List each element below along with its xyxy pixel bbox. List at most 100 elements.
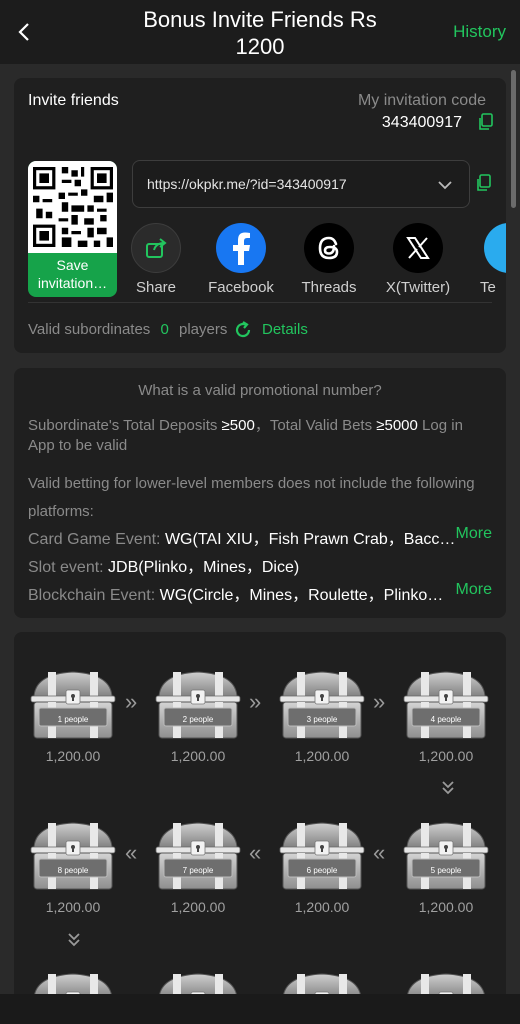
progress-arrow-icon: » xyxy=(373,689,386,714)
promo-heading: What is a valid promotional number? xyxy=(138,382,382,399)
threads-label: Threads xyxy=(301,279,357,296)
qr-code xyxy=(28,161,117,253)
chest-icon xyxy=(153,968,243,994)
chest-people-label: 7 people xyxy=(182,866,214,875)
progress-arrow-icon: » xyxy=(249,689,262,714)
progress-arrow-icon: « xyxy=(373,840,386,865)
event-row-blockchain: Blockchain Event: WG(Circle，Mines，Roulet… xyxy=(28,587,444,604)
share-button[interactable]: Share xyxy=(111,223,201,296)
down-arrow-icon xyxy=(442,781,454,795)
copy-url-icon[interactable] xyxy=(476,174,492,192)
event-row-card-game: Card Game Event: WG(TAI XIU，Fish Prawn C… xyxy=(28,531,456,548)
x-twitter-share-button[interactable]: X(Twitter) xyxy=(373,223,463,296)
title-line-2: 1200 xyxy=(235,34,285,59)
chest-icon xyxy=(277,666,367,740)
details-link[interactable]: Details xyxy=(262,321,308,338)
chest-people-label: 6 people xyxy=(306,866,338,875)
bottom-bar xyxy=(0,994,520,1024)
invite-card: Invite friends My invitation code 343400… xyxy=(14,78,506,353)
scrollbar[interactable] xyxy=(511,70,516,208)
progress-arrow-icon: « xyxy=(125,840,138,865)
threads-share-button[interactable]: Threads xyxy=(284,223,374,296)
invitation-code: 343400917 xyxy=(381,114,462,131)
chest-people-label: 1 people xyxy=(57,715,89,724)
share-label: Share xyxy=(135,279,177,296)
reward-chest: 6 people xyxy=(277,817,367,891)
chest-icon xyxy=(277,968,367,994)
chest-icon xyxy=(28,666,118,740)
share-icon xyxy=(131,223,181,273)
reward-chest: 1 people xyxy=(28,666,118,740)
telegram-share-button[interactable]: Te xyxy=(462,223,506,296)
progress-arrow-icon: » xyxy=(125,689,138,714)
invite-title: Invite friends xyxy=(28,92,119,109)
valid-subordinates-row: Valid subordinates 0 players xyxy=(28,321,227,338)
facebook-label: Facebook xyxy=(208,279,274,296)
more-link-blockchain[interactable]: More xyxy=(456,581,492,599)
reward-amount: 1,200.00 xyxy=(45,748,101,764)
chest-icon xyxy=(401,968,491,994)
save-invitation-label: Save invitation… xyxy=(37,257,108,291)
chevron-down-icon xyxy=(438,181,452,190)
chest-icon xyxy=(277,817,367,891)
threads-icon xyxy=(304,223,354,273)
invite-url: https://okpkr.me/?id=343400917 xyxy=(147,176,347,192)
refresh-icon[interactable] xyxy=(233,320,253,340)
progress-arrow-icon: « xyxy=(249,840,262,865)
reward-chest-partial xyxy=(28,968,118,994)
reward-chest: 8 people xyxy=(28,817,118,891)
chest-people-label: 2 people xyxy=(182,715,214,724)
divider xyxy=(28,302,492,303)
subordinates-count: 0 xyxy=(160,321,169,338)
reward-chest-partial xyxy=(277,968,367,994)
chest-people-label: 3 people xyxy=(306,715,338,724)
facebook-share-button[interactable]: Facebook xyxy=(196,223,286,296)
chest-icon xyxy=(28,968,118,994)
copy-code-icon[interactable] xyxy=(478,113,494,131)
chest-people-label: 8 people xyxy=(57,866,89,875)
reward-amount: 1,200.00 xyxy=(418,748,474,764)
history-link[interactable]: History xyxy=(453,22,506,42)
x-twitter-icon xyxy=(393,223,443,273)
reward-chest: 7 people xyxy=(153,817,243,891)
bets-threshold: ≥5000 xyxy=(376,417,418,434)
chest-icon xyxy=(401,817,491,891)
reward-amount: 1,200.00 xyxy=(294,748,350,764)
chest-icon xyxy=(153,817,243,891)
chest-icon xyxy=(401,666,491,740)
reward-amount: 1,200.00 xyxy=(170,748,226,764)
reward-amount: 1,200.00 xyxy=(294,899,350,915)
invitation-code-label: My invitation code xyxy=(357,92,486,109)
valid-subordinates-label: Valid subordinates xyxy=(28,321,151,338)
chest-people-label: 5 people xyxy=(430,866,462,875)
exclusion-note: Valid betting for lower-level members do… xyxy=(28,475,475,520)
reward-chest: 3 people xyxy=(277,666,367,740)
promo-rule: Subordinate's Total Deposits ≥500，Total … xyxy=(28,417,463,454)
reward-amount: 1,200.00 xyxy=(45,899,101,915)
top-bar: Bonus Invite Friends Rs 1200 History xyxy=(0,0,520,64)
invite-url-select[interactable]: https://okpkr.me/?id=343400917 xyxy=(132,160,470,208)
reward-chest: 5 people xyxy=(401,817,491,891)
save-invitation-button[interactable]: Save invitation… xyxy=(28,161,117,297)
chest-icon xyxy=(28,817,118,891)
title-line-1: Bonus Invite Friends Rs xyxy=(143,7,377,32)
telegram-label: Te xyxy=(480,279,496,296)
x-twitter-label: X(Twitter) xyxy=(385,279,451,296)
reward-chest: 4 people xyxy=(401,666,491,740)
chest-people-label: 4 people xyxy=(430,715,462,724)
reward-amount: 1,200.00 xyxy=(418,899,474,915)
qr-code-icon xyxy=(32,167,113,247)
event-row-slot: Slot event: JDB(Plinko，Mines，Dice) xyxy=(28,559,300,576)
back-arrow-icon[interactable] xyxy=(14,20,34,44)
down-arrow-icon xyxy=(68,933,80,947)
telegram-icon xyxy=(484,223,506,273)
reward-chest: 2 people xyxy=(153,666,243,740)
promo-rules-card: What is a valid promotional number? Subo… xyxy=(14,368,506,618)
page-title: Bonus Invite Friends Rs 1200 xyxy=(110,6,410,60)
reward-chest-partial xyxy=(401,968,491,994)
deposit-threshold: ≥500 xyxy=(221,417,255,434)
chest-icon xyxy=(153,666,243,740)
more-link-card-game[interactable]: More xyxy=(456,525,492,543)
facebook-icon xyxy=(216,223,266,273)
reward-chest-partial xyxy=(153,968,243,994)
